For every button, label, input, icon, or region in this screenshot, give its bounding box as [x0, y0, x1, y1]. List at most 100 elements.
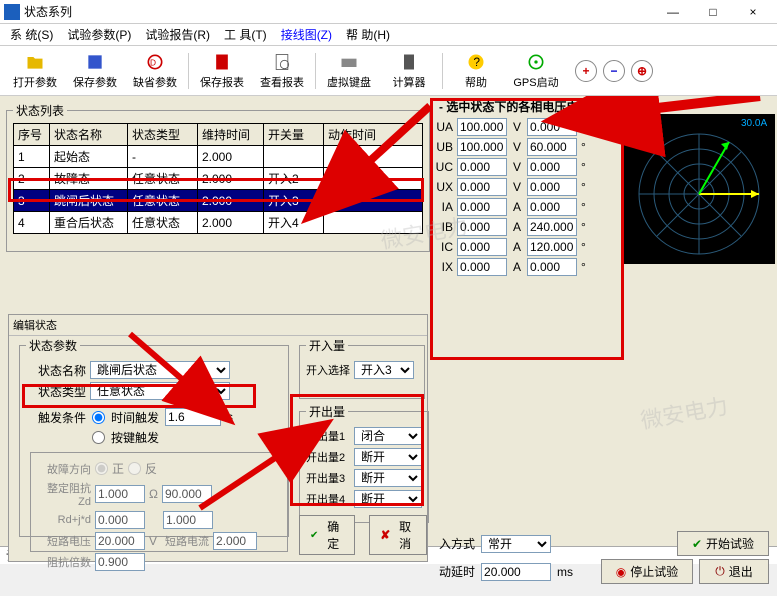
calculator-button[interactable]: 计算器: [380, 52, 438, 90]
ib-mag-input[interactable]: [457, 218, 507, 236]
save-params-button[interactable]: 保存参数: [66, 52, 124, 90]
input-group: 开入量 开入选择 开入3: [299, 337, 425, 399]
output2-select[interactable]: 断开: [354, 448, 422, 466]
ua-mag-input[interactable]: [457, 118, 507, 136]
stop-test-button[interactable]: ◉停止试验: [601, 559, 693, 584]
delay-input[interactable]: [481, 563, 551, 581]
toolbar: 打开参数 保存参数 D缺省参数 保存报表 查看报表 虚拟键盘 计算器 ?帮助 G…: [0, 46, 777, 96]
help-button[interactable]: ?帮助: [447, 52, 505, 90]
vkbd-label: 虚拟键盘: [327, 74, 371, 90]
delay-unit: ms: [557, 565, 573, 579]
default-params-button[interactable]: D缺省参数: [126, 52, 184, 90]
table-header: 序号 状态名称 状态类型 维持时间 开关量 动作时间: [14, 124, 423, 146]
output4-select[interactable]: 断开: [354, 490, 422, 508]
table-row[interactable]: 2故障态任意状态2.000开入2: [14, 168, 423, 190]
ia-mag-input[interactable]: [457, 198, 507, 216]
menu-help[interactable]: 帮 助(H): [346, 26, 390, 43]
zd-input-1: [95, 485, 145, 503]
menubar: 系 统(S) 试验参数(P) 试验报告(R) 工 具(T) 接线图(Z) 帮 助…: [0, 24, 777, 46]
ix-ang-input[interactable]: [527, 258, 577, 276]
table-row[interactable]: 1起始态-2.000: [14, 146, 423, 168]
phasor-title: - 选中状态下的各相电压电流: [439, 98, 590, 115]
rd-input-2: [163, 511, 213, 529]
ic-mag-input[interactable]: [457, 238, 507, 256]
titlebar: 状态系列 — □ ×: [0, 0, 777, 24]
ub-mag-input[interactable]: [457, 138, 507, 156]
output1-select[interactable]: 闭合: [354, 427, 422, 445]
mode-label: 入方式: [439, 535, 475, 552]
menu-report[interactable]: 试验报告(R): [145, 26, 210, 43]
state-name-label: 状态名称: [26, 362, 86, 379]
view-report-button[interactable]: 查看报表: [253, 52, 311, 90]
state-name-select[interactable]: 跳闸后状态: [90, 361, 230, 379]
cancel-icon: ✘: [380, 528, 390, 542]
ia-ang-input[interactable]: [527, 198, 577, 216]
window-title: 状态系列: [24, 3, 653, 20]
input-select[interactable]: 开入3: [354, 361, 414, 379]
phasor-panel: - 选中状态下的各相电压电流 UAV° UBV° UCV° UXV° IAA° …: [435, 98, 775, 428]
menu-wiring[interactable]: 接线图(Z): [281, 26, 332, 43]
ic-ang-input[interactable]: [527, 238, 577, 256]
trigger-unit: s: [227, 410, 233, 424]
uc-mag-input[interactable]: [457, 158, 507, 176]
delay-label: 动延时: [439, 563, 475, 580]
table-row-selected[interactable]: 3跳闸后状态任意状态2.000开入3: [14, 190, 423, 212]
ux-ang-input[interactable]: [527, 178, 577, 196]
fault-neg-radio: [128, 462, 141, 475]
ux-mag-input[interactable]: [457, 178, 507, 196]
close-button[interactable]: ×: [733, 0, 773, 24]
ib-ang-input[interactable]: [527, 218, 577, 236]
fault-pos-radio: [95, 462, 108, 475]
mode-select[interactable]: 常开: [481, 535, 551, 553]
gps-label: GPS启动: [513, 74, 558, 90]
state-type-label: 状态类型: [26, 383, 86, 400]
zoom-fit-button[interactable]: ⊕: [631, 60, 653, 82]
rd-input-1: [95, 511, 145, 529]
exit-icon: ⏻: [715, 564, 725, 579]
trigger-time-radio[interactable]: [92, 411, 105, 424]
table-row[interactable]: 4重合后状态任意状态2.000开入4: [14, 212, 423, 234]
start-test-button[interactable]: ✔开始试验: [677, 531, 769, 556]
uc-ang-input[interactable]: [527, 158, 577, 176]
fault-group: 故障方向 正 反 整定阻抗Zd Ω Rd+j*d 短路电压 V 短路电流 阻抗倍…: [30, 452, 288, 552]
zoom-in-button[interactable]: +: [575, 60, 597, 82]
trigger-label: 触发条件: [26, 409, 86, 426]
save-label: 保存参数: [73, 74, 117, 90]
menu-tool[interactable]: 工 具(T): [224, 26, 267, 43]
viewrpt-label: 查看报表: [260, 74, 304, 90]
menu-testparam[interactable]: 试验参数(P): [67, 26, 131, 43]
svg-text:121.0V: 121.0V: [627, 118, 659, 129]
app-icon: [4, 4, 20, 20]
menu-system[interactable]: 系 统(S): [10, 26, 53, 43]
exit-button[interactable]: ⏻退出: [699, 559, 769, 584]
ok-button[interactable]: ✔确定: [299, 515, 355, 555]
ua-ang-input[interactable]: [527, 118, 577, 136]
ub-ang-input[interactable]: [527, 138, 577, 156]
state-type-select[interactable]: 任意状态: [90, 382, 230, 400]
trigger-time-input[interactable]: [165, 408, 221, 426]
calc-label: 计算器: [393, 74, 426, 90]
save-report-button[interactable]: 保存报表: [193, 52, 251, 90]
minimize-button[interactable]: —: [653, 0, 693, 24]
gps-button[interactable]: GPS启动: [507, 52, 565, 90]
zd-input-2: [162, 485, 212, 503]
output-group: 开出量 开出量1闭合 开出量2断开 开出量3断开 开出量4断开: [299, 403, 429, 523]
cancel-button[interactable]: ✘取消: [369, 515, 427, 555]
bottom-controls: 入方式 常开 ✔开始试验 动延时 ms ◉停止试验 ⏻退出: [439, 528, 769, 587]
sc-input: [213, 532, 257, 550]
state-list-group: 状态列表 序号 状态名称 状态类型 维持时间 开关量 动作时间 1起始态-2.0…: [6, 102, 430, 252]
maximize-button[interactable]: □: [693, 0, 733, 24]
state-table[interactable]: 序号 状态名称 状态类型 维持时间 开关量 动作时间 1起始态-2.000 2故…: [13, 123, 423, 234]
zm-input: [95, 553, 145, 571]
state-params-group: 状态参数 状态名称 跳闸后状态 状态类型 任意状态 触发条件 时间触发 s 按键…: [19, 337, 289, 537]
virtual-keyboard-button[interactable]: 虚拟键盘: [320, 52, 378, 90]
zoom-out-button[interactable]: −: [603, 60, 625, 82]
ix-mag-input[interactable]: [457, 258, 507, 276]
output3-select[interactable]: 断开: [354, 469, 422, 487]
sv-input: [95, 532, 145, 550]
svg-text:?: ?: [474, 56, 481, 69]
stop-icon: ◉: [616, 565, 626, 579]
open-params-button[interactable]: 打开参数: [6, 52, 64, 90]
input-select-label: 开入选择: [306, 362, 350, 378]
trigger-key-radio[interactable]: [92, 431, 105, 444]
